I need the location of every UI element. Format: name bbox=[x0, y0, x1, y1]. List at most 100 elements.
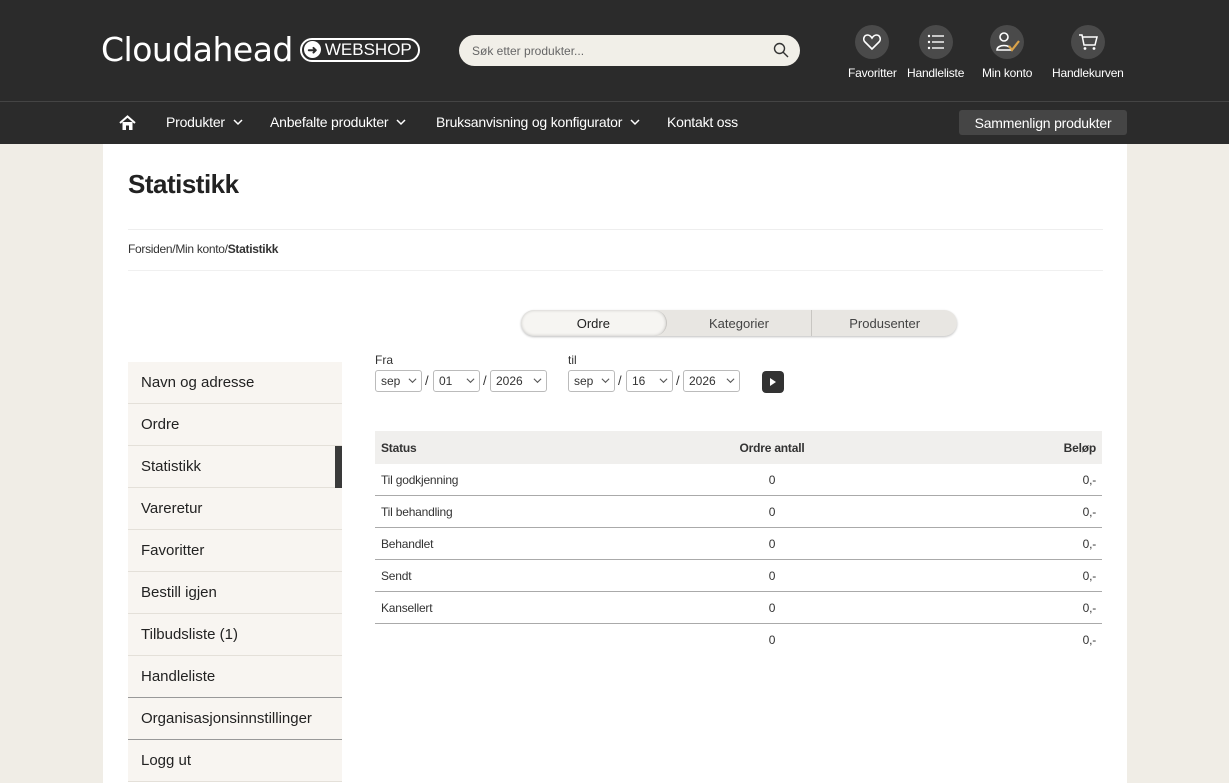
account-link[interactable]: Min konto bbox=[982, 25, 1032, 80]
sidebar-item-tilbudsliste[interactable]: Tilbudsliste (1) bbox=[128, 614, 342, 656]
table-row: Til godkjenning 0 0,- bbox=[375, 464, 1102, 496]
cell-status: Kansellert bbox=[381, 600, 433, 615]
nav-item-label: Kontakt oss bbox=[667, 114, 738, 130]
nav-item-label: Bruksanvisning og konfigurator bbox=[436, 114, 623, 130]
cell-amount: 0,- bbox=[1082, 568, 1097, 583]
logo[interactable]: Cloudahead ➜ WEBSHOP bbox=[101, 30, 420, 69]
cell-amount: 0,- bbox=[1082, 472, 1097, 487]
date-separator: / bbox=[676, 373, 680, 388]
table-row: Kansellert 0 0,- bbox=[375, 592, 1102, 624]
apply-filter-button[interactable] bbox=[762, 371, 784, 393]
sidebar-item-logg-ut[interactable]: Logg ut bbox=[128, 740, 342, 782]
tab-kategorier[interactable]: Kategorier bbox=[667, 310, 813, 336]
account-label: Min konto bbox=[982, 66, 1033, 80]
user-icon bbox=[990, 25, 1025, 59]
chevron-down-icon bbox=[601, 378, 610, 384]
table-total-row: 0 0,- bbox=[375, 624, 1102, 656]
cell-order-count: 0 bbox=[768, 536, 776, 551]
cell-status: Behandlet bbox=[381, 536, 434, 551]
compare-products-button[interactable]: Sammenlign produkter bbox=[959, 110, 1127, 135]
header-order-count: Ordre antall bbox=[739, 440, 805, 455]
cell-status: Sendt bbox=[381, 568, 412, 583]
search-input[interactable] bbox=[472, 35, 762, 66]
cell-total-amount: 0,- bbox=[1082, 633, 1097, 647]
sidebar-item-bestill-igjen[interactable]: Bestill igjen bbox=[128, 572, 342, 614]
tab-ordre[interactable]: Ordre bbox=[521, 310, 667, 336]
chevron-down-icon bbox=[466, 378, 475, 384]
chevron-down-icon bbox=[659, 378, 668, 384]
list-icon bbox=[918, 25, 953, 59]
chevron-down-icon bbox=[396, 119, 406, 126]
sidebar-item-handleliste[interactable]: Handleliste bbox=[128, 656, 342, 698]
to-day-select[interactable]: 16 bbox=[626, 370, 673, 392]
search-icon[interactable] bbox=[773, 42, 789, 58]
breadcrumb-account[interactable]: Min konto bbox=[175, 242, 225, 256]
top-header: Cloudahead ➜ WEBSHOP Favoritter Handleli… bbox=[0, 0, 1229, 101]
nav-item-kontakt[interactable]: Kontakt oss bbox=[667, 114, 738, 130]
to-month-select[interactable]: sep bbox=[568, 370, 615, 392]
shopping-list-label: Handleliste bbox=[907, 66, 965, 80]
cell-amount: 0,- bbox=[1082, 600, 1097, 615]
chevron-down-icon bbox=[233, 119, 243, 126]
shopping-list-link[interactable]: Handleliste bbox=[907, 25, 964, 80]
table-row: Sendt 0 0,- bbox=[375, 560, 1102, 592]
date-separator: / bbox=[618, 373, 622, 388]
table-row: Behandlet 0 0,- bbox=[375, 528, 1102, 560]
heart-icon bbox=[855, 25, 890, 59]
nav-item-produkter[interactable]: Produkter bbox=[166, 114, 243, 130]
to-year-select[interactable]: 2026 bbox=[683, 370, 740, 392]
content-panel: Statistikk Forsiden/Min konto/Statistikk… bbox=[103, 144, 1127, 783]
statistics-tabs: Ordre Kategorier Produsenter bbox=[521, 310, 957, 336]
arrow-right-icon: ➜ bbox=[303, 41, 321, 58]
from-year-select[interactable]: 2026 bbox=[490, 370, 547, 392]
to-month-value: sep bbox=[574, 374, 594, 388]
from-label: Fra bbox=[375, 353, 393, 367]
play-icon bbox=[770, 378, 776, 386]
table-row: Til behandling 0 0,- bbox=[375, 496, 1102, 528]
nav-item-anbefalte[interactable]: Anbefalte produkter bbox=[270, 114, 406, 130]
search-bar bbox=[459, 35, 800, 66]
breadcrumb-home[interactable]: Forsiden bbox=[128, 242, 173, 256]
breadcrumb: Forsiden/Min konto/Statistikk bbox=[128, 242, 278, 256]
chevron-down-icon bbox=[726, 378, 735, 384]
from-day-select[interactable]: 01 bbox=[433, 370, 480, 392]
account-sidebar: Navn og adresse Ordre Statistikk Vareret… bbox=[128, 362, 342, 782]
sidebar-item-statistikk[interactable]: Statistikk bbox=[128, 446, 342, 488]
date-separator: / bbox=[483, 373, 487, 388]
header-status: Status bbox=[381, 440, 417, 455]
cart-label: Handlekurven bbox=[1052, 66, 1124, 80]
favorites-link[interactable]: Favoritter bbox=[848, 25, 897, 80]
webshop-badge: ➜ WEBSHOP bbox=[299, 37, 420, 62]
chevron-down-icon bbox=[408, 378, 417, 384]
sidebar-item-ordre[interactable]: Ordre bbox=[128, 404, 342, 446]
cell-order-count: 0 bbox=[768, 568, 776, 583]
nav-item-label: Produkter bbox=[166, 114, 225, 130]
chevron-down-icon bbox=[533, 378, 542, 384]
sidebar-item-organisasjonsinnstillinger[interactable]: Organisasjonsinnstillinger bbox=[128, 698, 342, 740]
nav-item-bruksanvisning[interactable]: Bruksanvisning og konfigurator bbox=[436, 114, 640, 130]
sidebar-item-favoritter[interactable]: Favoritter bbox=[128, 530, 342, 572]
from-day-value: 01 bbox=[439, 374, 453, 388]
sidebar-item-navn-og-adresse[interactable]: Navn og adresse bbox=[128, 362, 342, 404]
home-icon[interactable] bbox=[119, 115, 136, 131]
page-title: Statistikk bbox=[128, 169, 239, 199]
cart-icon bbox=[1070, 25, 1105, 59]
cell-order-count: 0 bbox=[768, 472, 776, 487]
tab-produsenter[interactable]: Produsenter bbox=[812, 310, 957, 336]
breadcrumb-current: Statistikk bbox=[227, 242, 279, 256]
cell-order-count: 0 bbox=[768, 600, 776, 615]
to-label: til bbox=[568, 353, 577, 367]
cell-status: Til godkjenning bbox=[381, 472, 459, 487]
cell-status: Til behandling bbox=[381, 504, 453, 519]
to-year-value: 2026 bbox=[689, 374, 716, 388]
cell-total-order-count: 0 bbox=[768, 633, 776, 647]
cart-link[interactable]: Handlekurven bbox=[1052, 25, 1124, 80]
cell-amount: 0,- bbox=[1082, 536, 1097, 551]
sidebar-item-vareretur[interactable]: Vareretur bbox=[128, 488, 342, 530]
divider bbox=[128, 229, 1103, 230]
from-year-value: 2026 bbox=[496, 374, 523, 388]
from-month-select[interactable]: sep bbox=[375, 370, 422, 392]
nav-item-label: Anbefalte produkter bbox=[270, 114, 389, 130]
cell-amount: 0,- bbox=[1082, 504, 1097, 519]
logo-text: Cloudahead bbox=[101, 30, 293, 69]
